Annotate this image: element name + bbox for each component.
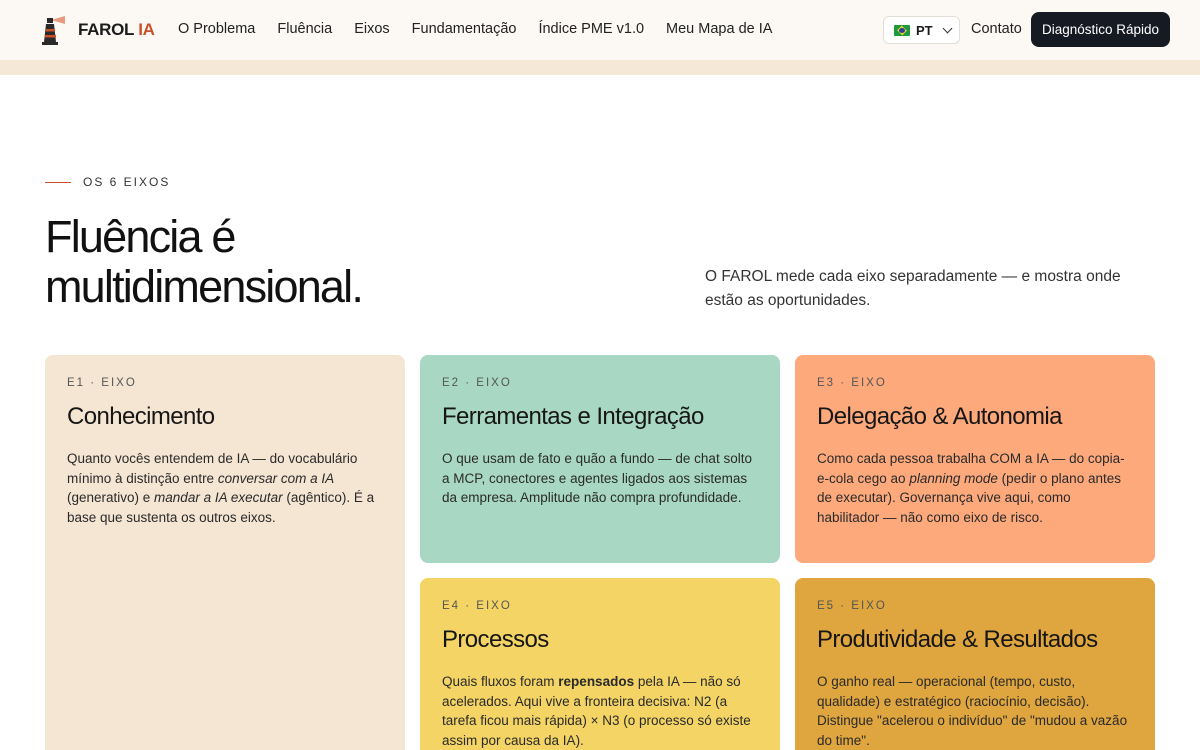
main-nav: O Problema Fluência Eixos Fundamentação … (178, 21, 772, 37)
lighthouse-icon (42, 16, 65, 45)
eyebrow-line (45, 181, 71, 183)
axis-card-e5: E5 · EIXO Produtividade & Resultados O g… (795, 578, 1155, 750)
chevron-down-icon (942, 23, 953, 33)
card-title: Produtividade & Resultados (817, 626, 1098, 653)
section-lede: O FAROL mede cada eixo separadamente — e… (705, 268, 1121, 309)
language-selector[interactable]: PT (883, 16, 960, 44)
card-title: Conhecimento (67, 403, 215, 430)
top-navbar: FAROL IA O Problema Fluência Eixos Funda… (0, 0, 1200, 60)
nav-item-indice[interactable]: Índice PME v1.0 (538, 21, 644, 37)
nav-item-eixos[interactable]: Eixos (354, 21, 389, 37)
card-tag: E2 · EIXO (442, 377, 512, 389)
axis-card-e2: E2 · EIXO Ferramentas e Integração O que… (420, 355, 780, 563)
card-description: O ganho real — operacional (tempo, custo… (817, 674, 1128, 749)
brand-name: FAROL IA (78, 20, 155, 39)
card-description: O que usam de fato e quão a fundo — de c… (442, 451, 752, 506)
card-tag: E3 · EIXO (817, 377, 887, 389)
card-title: Processos (442, 626, 549, 653)
nav-item-problema[interactable]: O Problema (178, 21, 255, 37)
card-description: Quais fluxos foram repensados pela IA — … (442, 674, 751, 749)
card-description: Como cada pessoa trabalha COM a IA — do … (817, 451, 1125, 526)
axis-card-e3: E3 · EIXO Delegação & Autonomia Como cad… (795, 355, 1155, 563)
eyebrow-label: OS 6 EIXOS (83, 175, 171, 189)
axis-card-e4: E4 · EIXO Processos Quais fluxos foram r… (420, 578, 780, 750)
brazil-flag-icon (894, 24, 910, 36)
nav-item-mapa[interactable]: Meu Mapa de IA (666, 21, 772, 37)
card-tag: E1 · EIXO (67, 377, 137, 389)
card-description: Quanto vocês entendem de IA — do vocabul… (67, 451, 375, 526)
accent-band (0, 60, 1200, 75)
quick-diagnosis-button[interactable]: Diagnóstico Rápido (1031, 12, 1170, 47)
card-title: Ferramentas e Integração (442, 403, 704, 430)
section-eyebrow: OS 6 EIXOS (45, 175, 170, 189)
card-tag: E4 · EIXO (442, 600, 512, 612)
section-headline: Fluência é multidimensional. (45, 211, 364, 312)
card-title: Delegação & Autonomia (817, 403, 1063, 430)
contact-link[interactable]: Contato (971, 21, 1022, 37)
nav-item-fundamentacao[interactable]: Fundamentação (412, 21, 517, 37)
language-code: PT (916, 22, 933, 38)
axis-card-e1: E1 · EIXO Conhecimento Quanto vocês ente… (45, 355, 405, 750)
nav-item-fluencia[interactable]: Fluência (277, 21, 332, 37)
card-tag: E5 · EIXO (817, 600, 887, 612)
logo[interactable]: FAROL IA (40, 14, 155, 46)
